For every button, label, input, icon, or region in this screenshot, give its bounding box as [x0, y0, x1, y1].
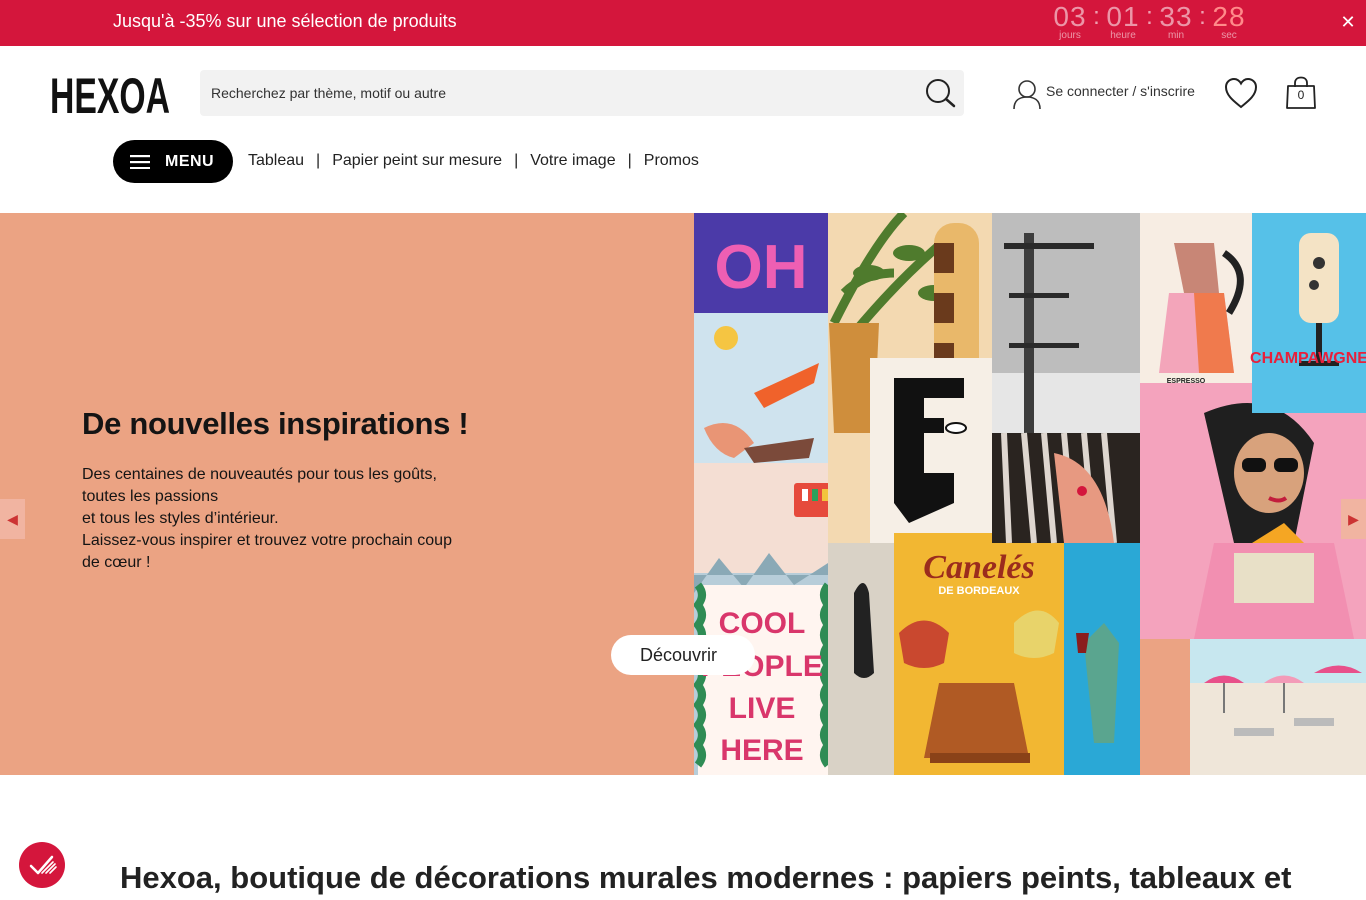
countdown-days-label: jours	[1059, 30, 1081, 41]
decouvrir-button[interactable]: Découvrir	[611, 635, 755, 675]
main-nav: Tableau | Papier peint sur mesure | Votr…	[248, 152, 699, 170]
countdown-days-value: 03	[1053, 1, 1087, 32]
hero-description-line: toutes les passions	[82, 488, 219, 505]
countdown-minutes-label: min	[1167, 30, 1185, 41]
cart-button[interactable]: 0	[1285, 76, 1317, 110]
svg-text:OH: OH	[715, 233, 808, 302]
countdown-hours: 01 heure	[1105, 2, 1141, 41]
logo-wordmark: HEXOA	[50, 68, 170, 124]
hero-description: Des centaines de nouveautés pour tous le…	[82, 464, 522, 574]
search-bar	[200, 70, 964, 116]
hero-title: De nouvelles inspirations !	[82, 406, 469, 441]
nav-link-papier-peint[interactable]: Papier peint sur mesure	[332, 152, 502, 170]
countdown-hours-value: 01	[1106, 1, 1140, 32]
countdown-minutes-value: 33	[1159, 1, 1193, 32]
hamburger-icon	[130, 154, 150, 169]
countdown-seconds-label: sec	[1221, 30, 1237, 41]
countdown-days: 03 jours	[1052, 2, 1088, 41]
cart-count: 0	[1297, 88, 1305, 102]
svg-text:CHAMPAWGNE: CHAMPAWGNE	[1250, 350, 1366, 367]
hero-description-line: Laissez-vous inspirer et trouvez votre p…	[82, 532, 452, 549]
page-heading: Hexoa, boutique de décorations murales m…	[120, 860, 1292, 895]
countdown-timer: 03 jours : 01 heure : 33 min : 28 sec	[1052, 2, 1247, 41]
countdown-separator: :	[1093, 3, 1100, 30]
svg-text:Canelés: Canelés	[923, 549, 1034, 586]
account-link[interactable]: Se connecter / s'inscrire	[1012, 78, 1195, 110]
nav-link-votre-image[interactable]: Votre image	[530, 152, 615, 170]
carousel-prev-arrow-icon[interactable]: ◀	[0, 499, 25, 539]
nav-link-promos[interactable]: Promos	[644, 152, 699, 170]
account-label: Se connecter / s'inscrire	[1046, 83, 1195, 99]
nav-separator: |	[514, 152, 519, 169]
hero-description-line: Des centaines de nouveautés pour tous le…	[82, 466, 437, 483]
promo-close-button[interactable]: ✕	[1338, 12, 1358, 32]
countdown-hours-label: heure	[1110, 30, 1136, 41]
hero-description-line: et tous les styles d’intérieur.	[82, 510, 279, 527]
nav-separator: |	[316, 152, 321, 169]
search-icon[interactable]	[924, 78, 956, 108]
countdown-separator: :	[1199, 3, 1206, 30]
consent-check-icon	[29, 855, 57, 875]
svg-text:LIVE: LIVE	[729, 692, 796, 725]
carousel-next-arrow-icon[interactable]: ▶	[1341, 499, 1366, 539]
countdown-minutes: 33 min	[1158, 2, 1194, 41]
countdown-seconds-value: 28	[1212, 1, 1246, 32]
svg-text:HEXOA: HEXOA	[50, 68, 170, 120]
poster-collage-image[interactable]: OH COOL PEOPLE LIVE HERE Canelés DE BORD…	[694, 213, 1366, 775]
countdown-separator: :	[1146, 3, 1153, 30]
cookie-consent-button[interactable]	[19, 842, 65, 888]
promo-bar: Jusqu'à -35% sur une sélection de produi…	[0, 0, 1366, 46]
nav-separator: |	[627, 152, 632, 169]
search-input[interactable]	[200, 70, 900, 116]
countdown-seconds: 28 sec	[1211, 2, 1247, 41]
hero-banner: De nouvelles inspirations ! Des centaine…	[0, 213, 1366, 775]
user-icon	[1013, 80, 1041, 110]
hero-description-line: de cœur !	[82, 554, 151, 571]
promo-text[interactable]: Jusqu'à -35% sur une sélection de produi…	[113, 11, 457, 32]
menu-button[interactable]: MENU	[113, 140, 233, 183]
nav-link-tableau[interactable]: Tableau	[248, 152, 304, 170]
hexoa-logo[interactable]: HEXOA	[50, 68, 172, 124]
wishlist-heart-icon[interactable]	[1223, 76, 1259, 110]
menu-label: MENU	[165, 152, 215, 170]
svg-text:HERE: HERE	[720, 734, 803, 767]
svg-text:DE BORDEAUX: DE BORDEAUX	[938, 585, 1020, 597]
